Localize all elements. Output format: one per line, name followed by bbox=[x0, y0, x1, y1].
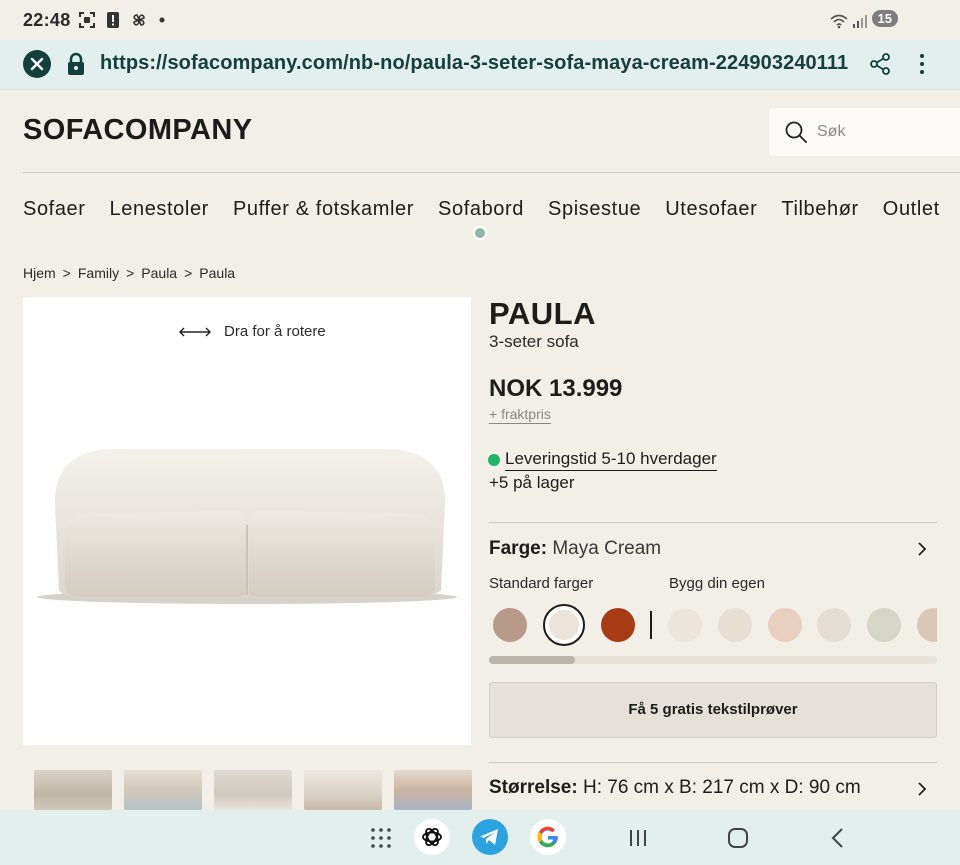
back-icon[interactable] bbox=[830, 827, 846, 849]
breadcrumb-separator: > bbox=[184, 265, 193, 281]
dot-icon bbox=[159, 17, 165, 23]
status-icons bbox=[78, 11, 174, 29]
free-samples-button[interactable]: Få 5 gratis tekstilprøver bbox=[489, 682, 937, 738]
close-tab-button[interactable] bbox=[23, 50, 51, 78]
product-image-sofa bbox=[37, 449, 457, 604]
rotate-arrows-icon bbox=[179, 327, 211, 336]
product-subtitle: 3-seter sofa bbox=[489, 332, 579, 351]
section-divider bbox=[489, 762, 937, 763]
swatch-divider bbox=[650, 611, 652, 639]
custom-colors-label: Bygg din egen bbox=[669, 575, 765, 592]
color-swatch[interactable] bbox=[493, 608, 527, 642]
signal-icons bbox=[830, 13, 868, 29]
breadcrumb: Hjem > Family > Paula > Paula bbox=[23, 265, 235, 281]
color-swatch[interactable] bbox=[867, 608, 901, 642]
wifi-icon bbox=[830, 14, 848, 29]
lock-icon bbox=[68, 52, 84, 75]
size-selector-header[interactable]: Størrelse: H: 76 cm x B: 217 cm x D: 90 … bbox=[489, 777, 861, 799]
breadcrumb-separator: > bbox=[126, 265, 135, 281]
product-viewer[interactable]: Dra for å rotere bbox=[23, 297, 471, 745]
stock-count: +5 på lager bbox=[489, 473, 575, 492]
thumbnail-strip bbox=[34, 770, 472, 810]
product-price: NOK 13.999 bbox=[489, 375, 623, 402]
battery-indicator: 15 bbox=[871, 10, 898, 27]
status-time: 22:48 bbox=[23, 10, 71, 30]
nav-item-outlet[interactable]: Outlet bbox=[883, 198, 940, 221]
in-stock-indicator bbox=[488, 454, 500, 466]
color-swatch-selected[interactable] bbox=[543, 604, 585, 646]
telegram-app-icon[interactable] bbox=[472, 819, 508, 855]
search-placeholder: Søk bbox=[817, 123, 846, 140]
search-icon bbox=[785, 121, 807, 143]
site-logo[interactable]: SOFACOMPANY bbox=[23, 114, 252, 147]
nav-item-utesofaer[interactable]: Utesofaer bbox=[665, 198, 757, 221]
nav-item-sofabord[interactable]: Sofabord bbox=[438, 198, 524, 221]
system-nav-bar bbox=[0, 810, 960, 865]
screenshot-icon bbox=[79, 12, 95, 28]
thumbnail-image[interactable] bbox=[394, 770, 472, 810]
color-swatch[interactable] bbox=[768, 608, 802, 642]
home-icon[interactable] bbox=[727, 827, 749, 849]
breadcrumb-item-family[interactable]: Family bbox=[78, 265, 119, 281]
thumbnail-image[interactable] bbox=[34, 770, 112, 810]
delivery-time-link[interactable]: Leveringstid 5-10 hverdager bbox=[505, 449, 717, 471]
shipping-link[interactable]: + fraktpris bbox=[489, 406, 551, 424]
google-app-icon[interactable] bbox=[530, 819, 566, 855]
more-options-icon[interactable] bbox=[914, 52, 930, 76]
nav-item-sofaer[interactable]: Sofaer bbox=[23, 198, 86, 221]
breadcrumb-item-paula[interactable]: Paula bbox=[141, 265, 177, 281]
color-swatch[interactable] bbox=[718, 608, 752, 642]
thumbnail-image[interactable] bbox=[124, 770, 202, 810]
thumbnail-image[interactable] bbox=[214, 770, 292, 810]
status-bar: 22:48 15 bbox=[0, 0, 960, 40]
size-label: Størrelse: bbox=[489, 777, 578, 798]
color-selector-header[interactable]: Farge: Maya Cream bbox=[489, 538, 661, 560]
breadcrumb-item-hjem[interactable]: Hjem bbox=[23, 265, 56, 281]
pinwheel-icon bbox=[133, 14, 145, 26]
breadcrumb-separator: > bbox=[62, 265, 71, 281]
color-swatch[interactable] bbox=[817, 608, 851, 642]
swatch-scrollbar[interactable] bbox=[489, 656, 575, 664]
color-label: Farge: bbox=[489, 538, 548, 559]
share-icon[interactable] bbox=[868, 52, 892, 76]
thumbnail-image[interactable] bbox=[304, 770, 382, 810]
nav-item-lenestoler[interactable]: Lenestoler bbox=[110, 198, 209, 221]
color-swatch[interactable] bbox=[601, 608, 635, 642]
rotate-hint: Dra for å rotere bbox=[178, 323, 326, 340]
section-divider bbox=[489, 522, 937, 523]
url-text[interactable]: https://sofacompany.com/nb-no/paula-3-se… bbox=[100, 52, 848, 75]
swatch-fill bbox=[549, 610, 579, 640]
nav-item-tilbehor[interactable]: Tilbehør bbox=[781, 198, 858, 221]
color-swatch[interactable] bbox=[917, 608, 937, 642]
chatgpt-app-icon[interactable] bbox=[414, 819, 450, 855]
recent-apps-icon[interactable] bbox=[628, 828, 648, 848]
main-nav: Sofaer Lenestoler Puffer & fotskamler So… bbox=[23, 198, 960, 221]
rotate-hint-text: Dra for å rotere bbox=[224, 323, 326, 340]
color-swatch[interactable] bbox=[668, 608, 702, 642]
app-drawer-icon[interactable] bbox=[370, 827, 392, 849]
product-title: PAULA bbox=[489, 296, 596, 331]
nav-item-spisestue[interactable]: Spisestue bbox=[548, 198, 641, 221]
alert-icon bbox=[107, 12, 119, 28]
browser-url-bar: https://sofacompany.com/nb-no/paula-3-se… bbox=[0, 40, 960, 90]
search-input[interactable]: Søk bbox=[769, 108, 960, 156]
header-divider bbox=[23, 172, 960, 173]
touch-indicator bbox=[473, 226, 487, 240]
color-value: Maya Cream bbox=[552, 538, 662, 559]
cell-signal-icon bbox=[853, 15, 867, 28]
nav-item-puffer[interactable]: Puffer & fotskamler bbox=[233, 198, 414, 221]
chevron-right-icon[interactable] bbox=[915, 782, 929, 796]
close-icon bbox=[30, 57, 44, 71]
breadcrumb-item-current: Paula bbox=[199, 265, 236, 281]
chevron-right-icon[interactable] bbox=[915, 542, 929, 556]
size-value: H: 76 cm x B: 217 cm x D: 90 cm bbox=[582, 777, 861, 798]
standard-colors-label: Standard farger bbox=[489, 575, 594, 592]
